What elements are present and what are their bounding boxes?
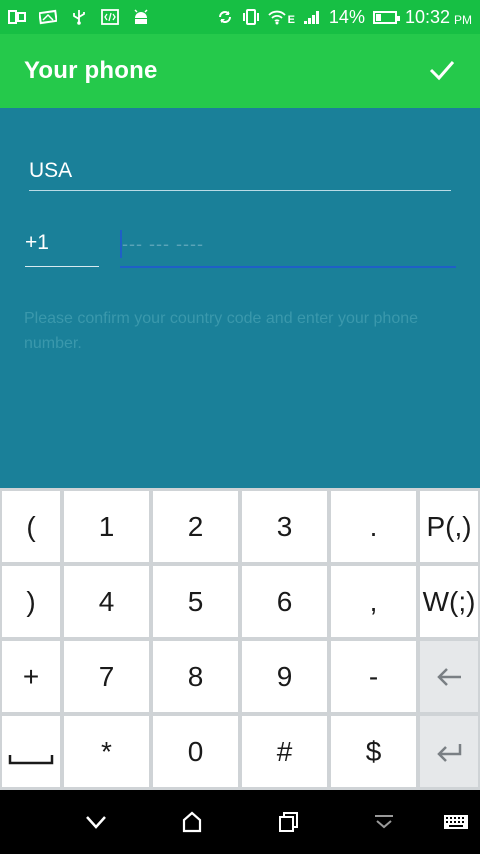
wifi-icon <box>267 9 286 25</box>
back-button[interactable] <box>80 806 112 838</box>
enter-icon <box>437 743 462 762</box>
battery-icon <box>372 10 400 24</box>
app-bar: Your phone <box>0 34 480 108</box>
key-4[interactable]: 4 <box>64 566 149 637</box>
key-period[interactable]: . <box>331 491 416 562</box>
key-close-paren[interactable]: ) <box>2 566 60 637</box>
key-asterisk[interactable]: * <box>64 716 149 787</box>
hint-text: Please confirm your country code and ent… <box>24 310 419 352</box>
confirm-button[interactable] <box>426 54 458 86</box>
key-pause[interactable]: P(,) <box>420 491 478 562</box>
country-selector[interactable]: USA <box>29 159 451 191</box>
battery-percent: 14% <box>328 6 365 27</box>
key-5[interactable]: 5 <box>153 566 238 637</box>
key-8[interactable]: 8 <box>153 641 238 712</box>
key-6[interactable]: 6 <box>242 566 327 637</box>
numeric-keyboard: ( 1 2 3 . P(,) ) 4 5 6 , W(;) + 7 8 9 - … <box>0 488 480 790</box>
key-2[interactable]: 2 <box>153 491 238 562</box>
android-icon <box>132 9 150 25</box>
status-bar: E 14% 10:32 PM <box>0 0 480 34</box>
clock-time: 10:32 <box>404 6 450 27</box>
country-code-field[interactable]: +1 <box>25 231 99 267</box>
key-9[interactable]: 9 <box>242 641 327 712</box>
key-comma[interactable]: , <box>331 566 416 637</box>
text-caret <box>120 230 122 258</box>
vibrate-icon <box>242 9 260 25</box>
keyboard-switch-button[interactable] <box>440 806 472 838</box>
back-icon <box>86 816 106 829</box>
enter-key[interactable] <box>420 716 478 787</box>
usb-icon <box>70 9 88 25</box>
key-hash[interactable]: # <box>242 716 327 787</box>
page-title: Your phone <box>24 57 158 84</box>
image-icon <box>39 9 57 25</box>
keyboard-icon <box>444 815 468 829</box>
network-type: E <box>287 14 295 26</box>
key-wait[interactable]: W(;) <box>420 566 478 637</box>
phone-number-input[interactable] <box>120 226 458 262</box>
hide-keyboard-button[interactable] <box>368 806 400 838</box>
key-open-paren[interactable]: ( <box>2 491 60 562</box>
phone-number-field[interactable] <box>120 226 458 268</box>
key-1[interactable]: 1 <box>64 491 149 562</box>
key-7[interactable]: 7 <box>64 641 149 712</box>
screen-icon <box>8 9 26 25</box>
hide-keyboard-icon <box>375 815 393 829</box>
home-icon <box>182 811 202 833</box>
backspace-icon <box>437 667 461 686</box>
backspace-key[interactable] <box>420 641 478 712</box>
code-icon <box>101 9 119 25</box>
key-3[interactable]: 3 <box>242 491 327 562</box>
signal-icon <box>303 9 321 25</box>
key-dollar[interactable]: $ <box>331 716 416 787</box>
navigation-bar <box>0 790 480 854</box>
recents-icon <box>279 812 298 832</box>
home-button[interactable] <box>176 806 208 838</box>
key-minus[interactable]: - <box>331 641 416 712</box>
space-icon <box>8 754 54 764</box>
key-plus[interactable]: + <box>2 641 60 712</box>
space-key[interactable] <box>2 716 60 787</box>
check-icon <box>429 61 455 81</box>
clock-suffix: PM <box>454 12 472 27</box>
recents-button[interactable] <box>272 806 304 838</box>
sync-icon <box>216 9 234 25</box>
key-0[interactable]: 0 <box>153 716 238 787</box>
